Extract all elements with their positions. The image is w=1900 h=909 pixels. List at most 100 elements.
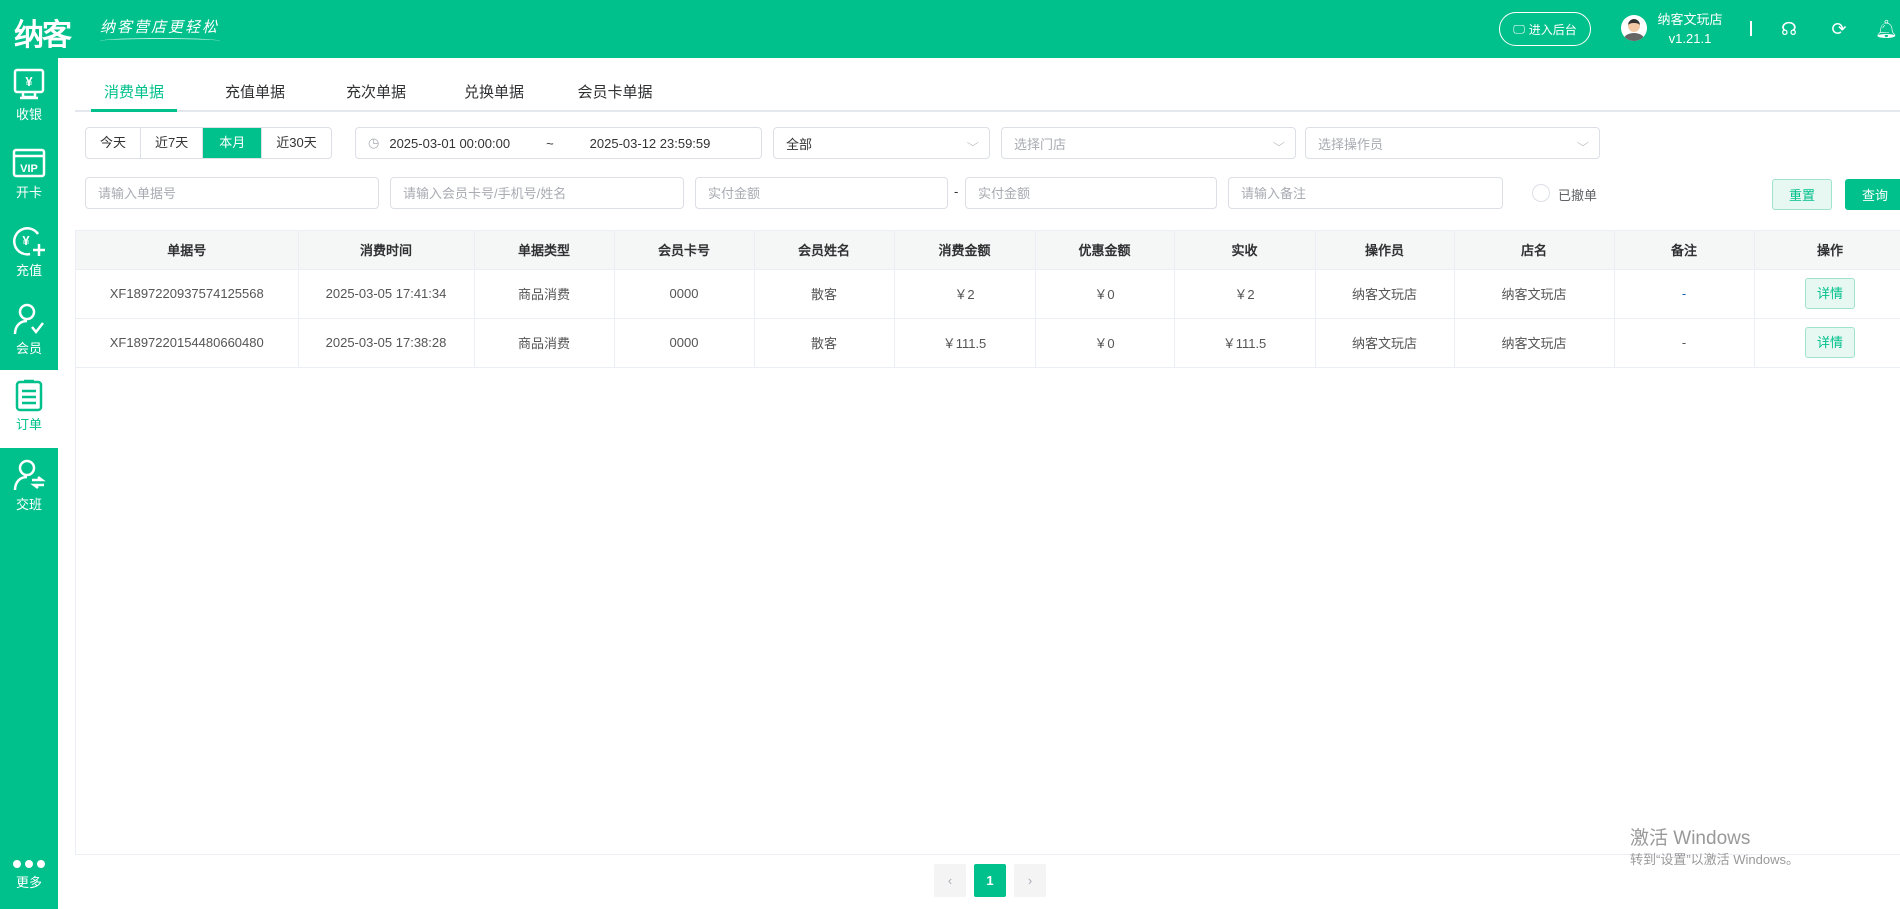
- tab-count-recharge[interactable]: 充次单据: [336, 80, 416, 112]
- svg-text:¥: ¥: [25, 74, 33, 89]
- store-info[interactable]: 纳客文玩店 v1.21.1: [1655, 10, 1725, 48]
- prev-page-button[interactable]: ‹: [934, 864, 966, 897]
- slogan-underline: [100, 38, 220, 44]
- cell-amount: ￥2: [894, 269, 1036, 319]
- quick-range-group: 今天 近7天 本月 近30天: [85, 127, 332, 159]
- amount-separator: -: [954, 184, 959, 199]
- revoked-radio[interactable]: [1532, 184, 1550, 202]
- page-1-button[interactable]: 1: [974, 864, 1006, 897]
- sidebar-label: 充值: [15, 263, 42, 278]
- sidebar-label: 交班: [15, 497, 42, 512]
- range-today[interactable]: 今天: [86, 128, 142, 158]
- range-this-month[interactable]: 本月: [203, 128, 263, 158]
- tab-bar: 消费单据 充值单据 充次单据 兑换单据 会员卡单据: [75, 80, 1900, 112]
- slogan: 纳客营店更轻松: [100, 18, 220, 36]
- monitor-icon: 🖵: [1513, 21, 1525, 36]
- sidebar-label: 会员: [15, 341, 42, 356]
- cell-time: 2025-03-05 17:41:34: [298, 269, 475, 319]
- reset-button[interactable]: 重置: [1772, 179, 1832, 210]
- col-amount: 消费金额: [894, 231, 1036, 270]
- table-row: XF1897220937574125568 2025-03-05 17:41:3…: [76, 269, 1900, 319]
- cell-discount: ￥0: [1035, 318, 1175, 368]
- clock-icon: ◷: [368, 135, 380, 150]
- avatar[interactable]: [1621, 15, 1647, 41]
- tab-recharge[interactable]: 充值单据: [215, 80, 295, 112]
- range-7-days[interactable]: 近7天: [141, 128, 204, 158]
- windows-activation-hint: 转到“设置”以激活 Windows。: [1630, 852, 1800, 867]
- cell-received: ￥2: [1174, 269, 1316, 319]
- detail-button[interactable]: 详情: [1805, 278, 1855, 309]
- cashier-icon: ¥: [13, 68, 45, 100]
- sidebar: ¥ 收银 VIP 开卡 ¥ 充值 会员 订单 交班: [0, 58, 58, 909]
- sidebar-item-cashier[interactable]: ¥ 收银: [0, 60, 58, 138]
- operator-select[interactable]: 选择操作员 ⌵: [1305, 127, 1600, 159]
- date-start: 2025-03-01 00:00:00: [389, 135, 511, 151]
- cell-remark: -: [1614, 269, 1755, 319]
- date-end: 2025-03-12 23:59:59: [589, 135, 711, 151]
- cell-actions: 详情: [1754, 269, 1900, 319]
- store-select[interactable]: 选择门店 ⌵: [1001, 127, 1296, 159]
- table-row: XF1897220154480660480 2025-03-05 17:38:2…: [76, 318, 1900, 368]
- cloud-sync-icon[interactable]: ⟳: [1828, 18, 1850, 40]
- member-search-input[interactable]: [390, 177, 684, 209]
- query-button[interactable]: 查询: [1845, 179, 1900, 210]
- cell-received: ￥111.5: [1174, 318, 1316, 368]
- sidebar-item-recharge[interactable]: ¥ 充值: [0, 216, 58, 294]
- sidebar-label: 订单: [15, 417, 42, 432]
- chevron-down-icon: ⌵: [1577, 137, 1590, 149]
- more-label: 更多: [15, 875, 42, 890]
- amount-min-input[interactable]: [695, 177, 948, 209]
- sidebar-more[interactable]: 更多: [0, 860, 58, 891]
- next-page-button[interactable]: ›: [1014, 864, 1046, 897]
- range-30-days[interactable]: 近30天: [262, 128, 330, 158]
- sidebar-item-shift[interactable]: 交班: [0, 450, 58, 528]
- revoked-label[interactable]: 已撤单: [1558, 185, 1597, 204]
- remark-input[interactable]: [1228, 177, 1503, 209]
- header-divider: [1750, 21, 1752, 36]
- windows-activation-title: 激活 Windows: [1630, 828, 1751, 849]
- customer-service-icon[interactable]: ☊: [1778, 18, 1800, 40]
- cell-store: 纳客文玩店: [1454, 318, 1615, 368]
- enter-backend-button[interactable]: 🖵 进入后台: [1499, 12, 1591, 46]
- operator-select-placeholder: 选择操作员: [1318, 136, 1384, 152]
- sidebar-item-member[interactable]: 会员: [0, 294, 58, 372]
- member-icon: [13, 303, 44, 335]
- col-store: 店名: [1454, 231, 1615, 270]
- date-range-picker[interactable]: ◷ 2025-03-01 00:00:00 ~ 2025-03-12 23:59…: [355, 127, 762, 159]
- bell-icon[interactable]: 🔔︎: [1875, 18, 1898, 40]
- detail-button[interactable]: 详情: [1805, 327, 1855, 358]
- sidebar-item-orders[interactable]: 订单: [0, 370, 58, 448]
- tab-exchange[interactable]: 兑换单据: [454, 80, 534, 112]
- store-name: 纳客文玩店: [1657, 12, 1723, 27]
- shift-handover-icon: [13, 459, 46, 491]
- amount-max-input[interactable]: [965, 177, 1217, 209]
- sidebar-item-open-card[interactable]: VIP 开卡: [0, 138, 58, 216]
- col-card-no: 会员卡号: [614, 231, 755, 270]
- cell-order-no: XF1897220154480660480: [76, 318, 299, 368]
- col-actions: 操作: [1754, 231, 1900, 270]
- sidebar-label: 开卡: [15, 185, 42, 200]
- chevron-down-icon: ⌵: [1273, 137, 1286, 149]
- col-time: 消费时间: [298, 231, 475, 270]
- tab-member-card[interactable]: 会员卡单据: [567, 80, 663, 112]
- top-bar: 纳客 纳客营店更轻松 🖵 进入后台 纳客文玩店 v1.21.1 ☊ ⟳ 🔔︎: [0, 0, 1900, 58]
- table-header-row: 单据号 消费时间 单据类型 会员卡号 会员姓名 消费金额 优惠金额 实收 操作员…: [76, 231, 1900, 270]
- cell-order-no: XF1897220937574125568: [76, 269, 299, 319]
- col-order-no: 单据号: [76, 231, 299, 270]
- cell-member-name: 散客: [754, 269, 895, 319]
- type-select[interactable]: 全部 ⌵: [773, 127, 990, 159]
- store-select-placeholder: 选择门店: [1014, 136, 1067, 152]
- cell-operator: 纳客文玩店: [1315, 318, 1455, 368]
- date-separator: ~: [546, 135, 554, 151]
- cell-type: 商品消费: [474, 318, 615, 368]
- recharge-icon: ¥: [13, 227, 45, 256]
- cell-amount: ￥111.5: [894, 318, 1036, 368]
- more-dots-icon: [0, 860, 58, 868]
- svg-text:VIP: VIP: [20, 163, 38, 175]
- sidebar-label: 收银: [15, 107, 42, 122]
- col-remark: 备注: [1614, 231, 1755, 270]
- tab-consumption[interactable]: 消费单据: [91, 80, 177, 112]
- order-number-input[interactable]: [85, 177, 379, 209]
- cell-member-name: 散客: [754, 318, 895, 368]
- app-version: v1.21.1: [1668, 31, 1712, 46]
